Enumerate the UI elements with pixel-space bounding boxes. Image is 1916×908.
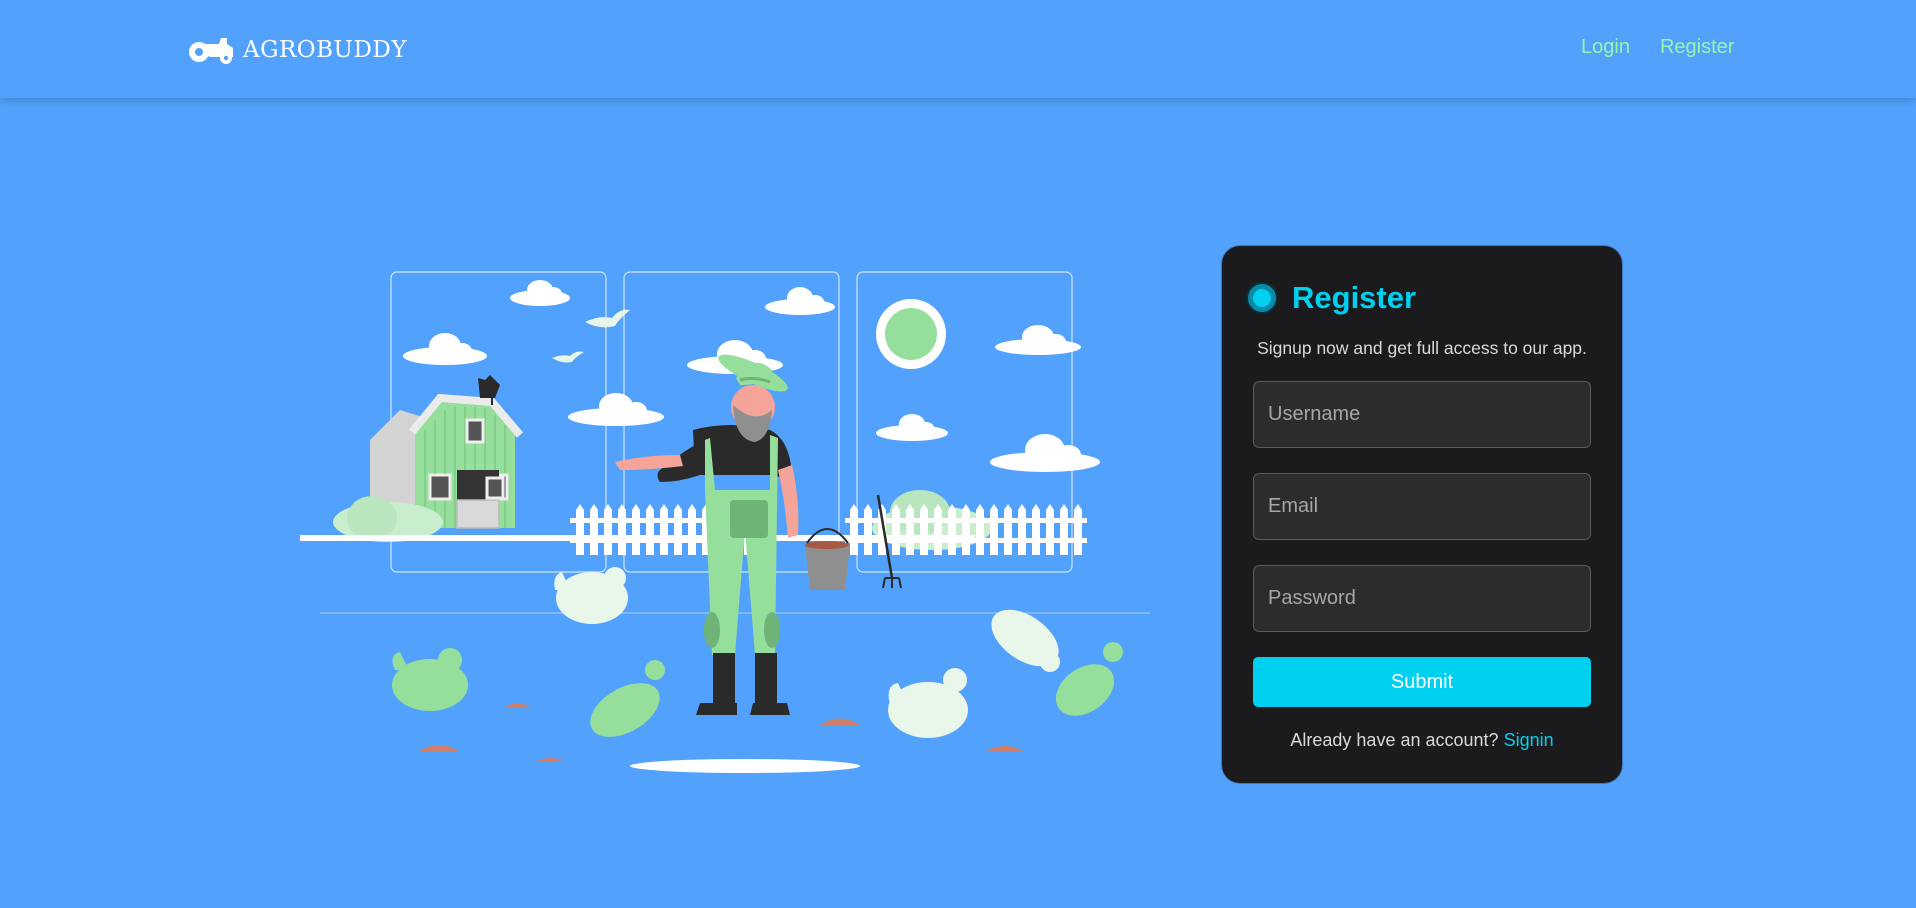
card-header: Register (1248, 280, 1416, 316)
nav-links: Login Register (1581, 36, 1734, 59)
navbar: AGROBUDDY Login Register (0, 0, 1916, 98)
register-card: Register Signup now and get full access … (1222, 246, 1622, 783)
signin-link[interactable]: Signin (1504, 730, 1554, 750)
form-subtitle: Signup now and get full access to our ap… (1257, 338, 1587, 358)
password-input[interactable] (1253, 565, 1591, 632)
signin-prompt: Already have an account? Signin (1222, 730, 1622, 751)
brand-name: AGROBUDDY (243, 37, 408, 63)
form-title: Register (1292, 280, 1417, 315)
farm-illustration (145, 260, 1160, 780)
brand-logo[interactable]: AGROBUDDY (189, 30, 407, 70)
username-input[interactable] (1253, 381, 1591, 448)
farmer-with-chickens-illustration (145, 271, 1150, 773)
nav-register-link[interactable]: Register (1660, 36, 1734, 59)
status-dot-icon (1248, 284, 1276, 312)
tractor-icon (189, 38, 233, 64)
signin-prompt-text: Already have an account? (1290, 730, 1499, 750)
submit-button[interactable]: Submit (1253, 657, 1591, 707)
nav-login-link[interactable]: Login (1581, 36, 1630, 59)
email-input[interactable] (1253, 473, 1591, 540)
